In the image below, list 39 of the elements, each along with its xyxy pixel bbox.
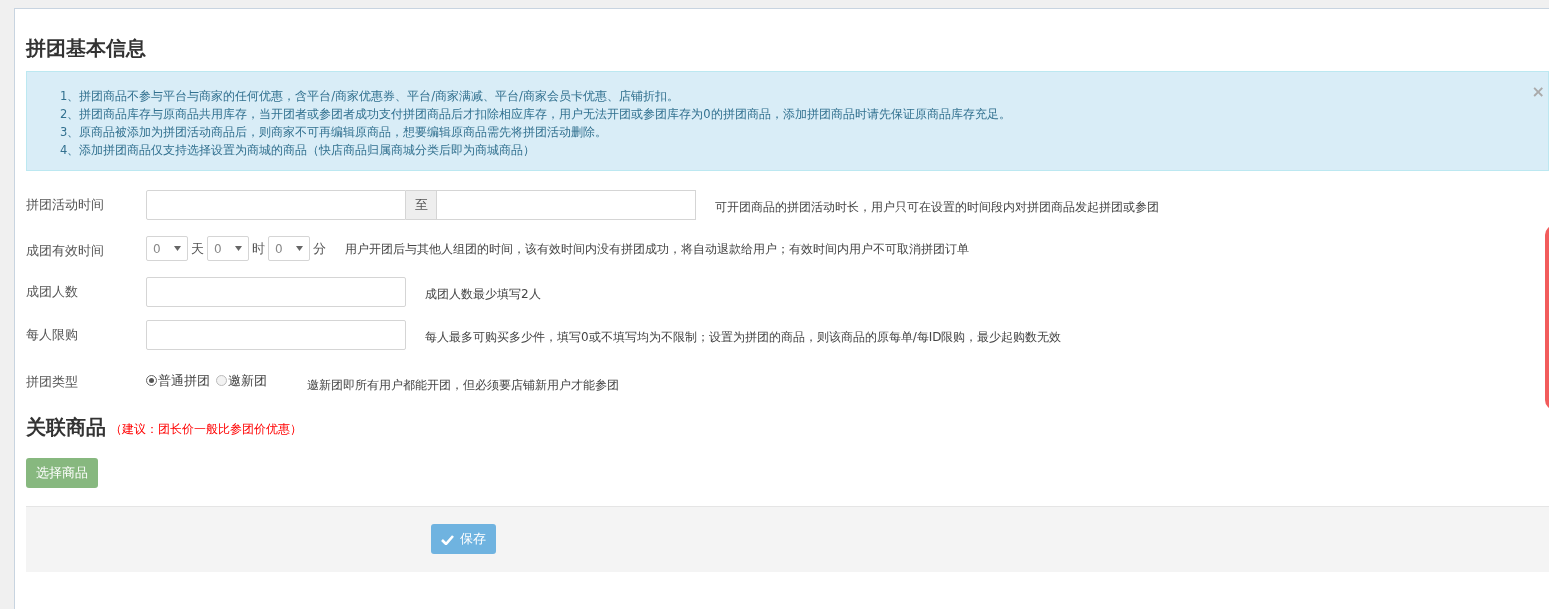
suggestion-note: （建议：团长价一般比参团价优惠） xyxy=(110,421,302,438)
caret-icon xyxy=(174,246,181,251)
help-text: 邀新团即所有用户都能开团，但必须要店铺新用户才能参团 xyxy=(307,377,619,394)
unit-label: 天 xyxy=(191,239,204,258)
unit-label: 分 xyxy=(313,239,326,258)
radio-label[interactable]: 邀新团 xyxy=(228,371,267,391)
field-label: 成团人数 xyxy=(26,283,79,301)
field-label: 每人限购 xyxy=(26,326,79,344)
help-text: 用户开团后与其他人组团的时间，该有效时间内没有拼团成功，将自动退款给用户；有效时间内用户不可取消拼团订单 xyxy=(345,240,969,258)
notice-text: 1、拼团商品不参与平台与商家的任何优惠，含平台/商家优惠券、平台/商家满减、平台/商家会员卡优惠、店铺折扣。 xyxy=(60,88,679,105)
select-products-button[interactable]: 选择商品 xyxy=(26,458,98,488)
radio-label[interactable]: 普通拼团 xyxy=(158,371,210,391)
number-select[interactable]: 0 xyxy=(207,236,249,261)
section-title: 拼团基本信息 xyxy=(26,35,147,62)
text-field[interactable] xyxy=(146,277,406,307)
notice-text: 4、添加拼团商品仅支持选择设置为商城的商品（快店商品归属商城分类后即为商城商品） xyxy=(60,142,536,159)
start-date-field[interactable] xyxy=(146,190,406,220)
end-date-field[interactable] xyxy=(436,190,696,220)
unit-label: 时 xyxy=(252,239,265,258)
check-icon xyxy=(441,533,454,545)
field-label: 成团有效时间 xyxy=(26,242,105,260)
number-select[interactable]: 0 xyxy=(268,236,310,261)
caret-icon xyxy=(235,246,242,251)
help-text: 成团人数最少填写2人 xyxy=(425,286,541,303)
close-button[interactable]: × xyxy=(1531,84,1545,100)
help-text: 可开团商品的拼团活动时长，用户只可在设置的时间段内对拼团商品发起拼团或参团 xyxy=(715,199,1159,216)
save-button[interactable]: 保存 xyxy=(431,524,496,554)
section-title: 关联商品 xyxy=(26,414,106,440)
field-label: 拼团类型 xyxy=(26,373,79,391)
text-field[interactable] xyxy=(146,320,406,350)
radio-button[interactable] xyxy=(216,375,227,387)
number-select[interactable]: 0 xyxy=(146,236,188,261)
date-range-separator: 至 xyxy=(406,190,436,220)
help-text: 每人最多可购买多少件，填写0或不填写均为不限制；设置为拼团的商品，则该商品的原每单/每ID限购，最少起购数无效 xyxy=(425,329,1062,346)
notice-text: 3、原商品被添加为拼团活动商品后，则商家不可再编辑原商品，想要编辑原商品需先将拼团活动删除。 xyxy=(60,124,608,141)
radio-button[interactable] xyxy=(146,375,157,387)
notice-text: 2、拼团商品库存与原商品共用库存，当开团者或参团者成功支付拼团商品后才扣除相应库存，用户无法开团或参团库存为0的拼团商品，添加拼团商品时请先保证原商品库存充足。 xyxy=(60,106,1011,123)
caret-icon xyxy=(296,246,303,251)
field-label: 拼团活动时间 xyxy=(26,196,105,214)
